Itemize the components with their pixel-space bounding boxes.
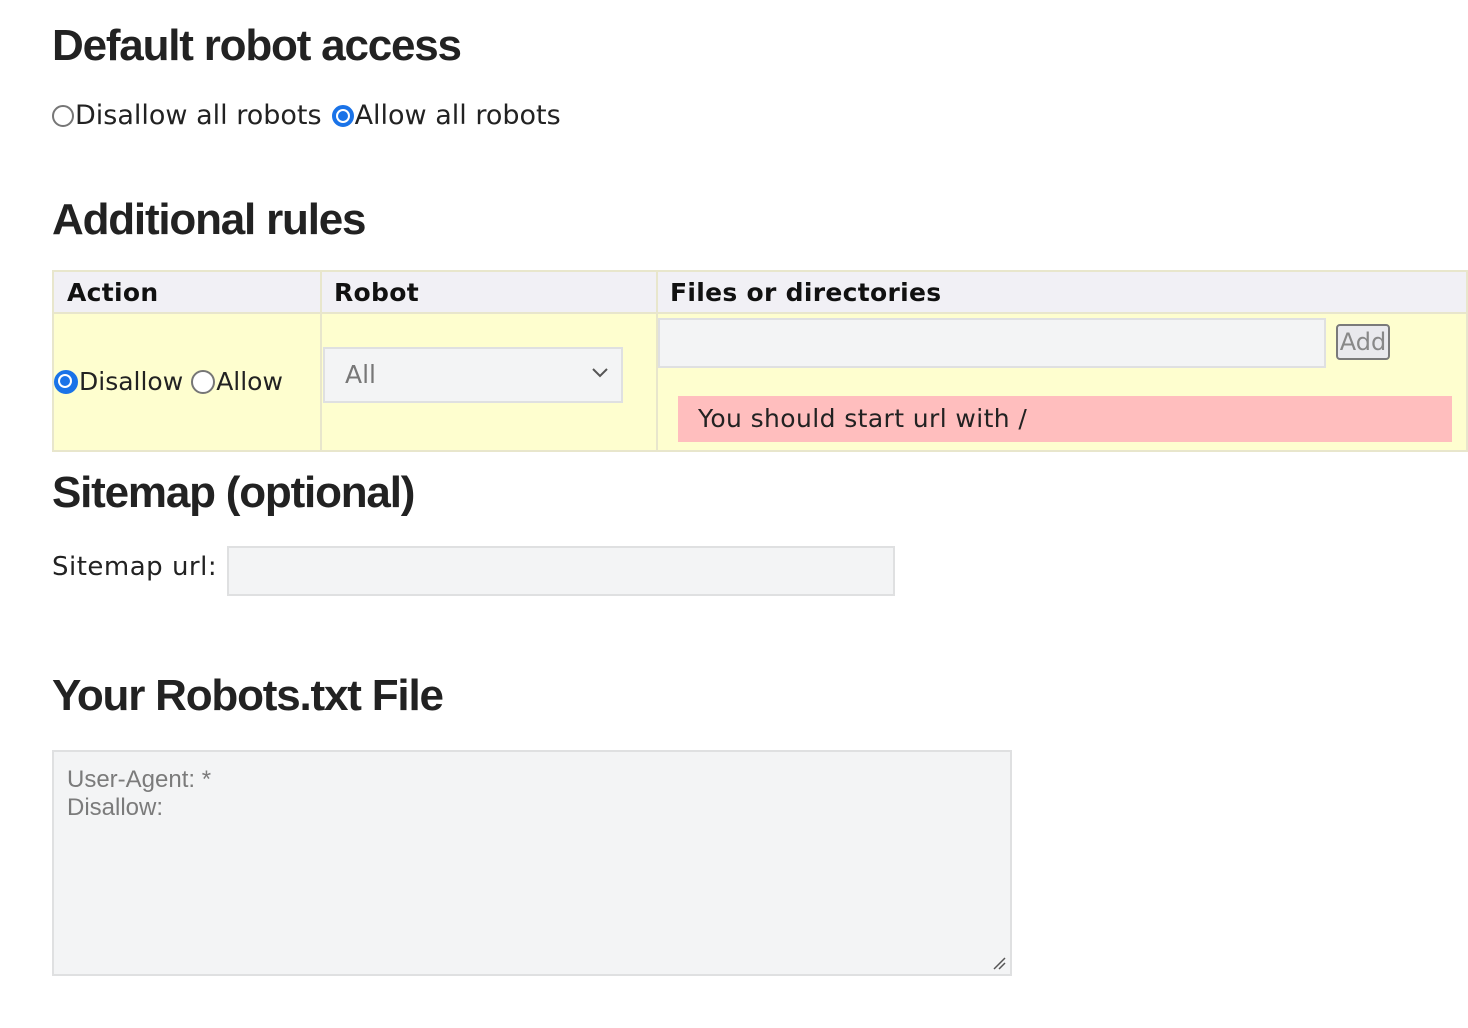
disallow-all-radio[interactable] bbox=[52, 104, 74, 127]
action-column-header: Action bbox=[67, 278, 159, 307]
rule-action-options: Disallow Allow bbox=[54, 367, 293, 396]
resize-handle-icon[interactable] bbox=[992, 956, 1006, 970]
robots-line: Disallow: bbox=[67, 794, 164, 821]
default-robot-access-heading: Default robot access bbox=[52, 21, 462, 70]
robot-select-value: All bbox=[345, 360, 376, 389]
rule-allow-radio[interactable] bbox=[191, 369, 216, 394]
allow-all-label[interactable]: Allow all robots bbox=[355, 100, 561, 131]
files-directories-input[interactable] bbox=[658, 318, 1326, 368]
disallow-all-label[interactable]: Disallow all robots bbox=[75, 100, 322, 131]
chevron-down-icon bbox=[592, 368, 608, 378]
sitemap-url-label: Sitemap url: bbox=[52, 552, 218, 582]
rule-allow-label[interactable]: Allow bbox=[216, 367, 283, 396]
robots-txt-output[interactable]: User-Agent: * Disallow: bbox=[52, 750, 1012, 976]
robots-generator-page: Default robot access Disallow all robots… bbox=[0, 0, 1468, 1028]
add-rule-button[interactable]: Add bbox=[1336, 324, 1390, 360]
additional-rules-heading: Additional rules bbox=[52, 195, 366, 244]
sitemap-heading: Sitemap (optional) bbox=[52, 468, 415, 517]
column-divider bbox=[320, 272, 322, 450]
rule-disallow-radio[interactable] bbox=[54, 369, 78, 394]
url-error-message: You should start url with / bbox=[678, 396, 1452, 442]
files-column-header: Files or directories bbox=[670, 278, 942, 307]
rule-disallow-label[interactable]: Disallow bbox=[79, 367, 183, 396]
robots-line: User-Agent: * bbox=[67, 766, 212, 793]
robot-select[interactable]: All bbox=[323, 347, 623, 403]
robot-column-header: Robot bbox=[334, 278, 419, 307]
sitemap-url-input[interactable] bbox=[227, 546, 895, 596]
default-access-options: Disallow all robots Allow all robots bbox=[52, 100, 571, 131]
robots-file-heading: Your Robots.txt File bbox=[52, 671, 444, 720]
additional-rules-table: Action Robot Files or directories Disall… bbox=[52, 270, 1468, 452]
allow-all-radio[interactable] bbox=[331, 104, 354, 127]
